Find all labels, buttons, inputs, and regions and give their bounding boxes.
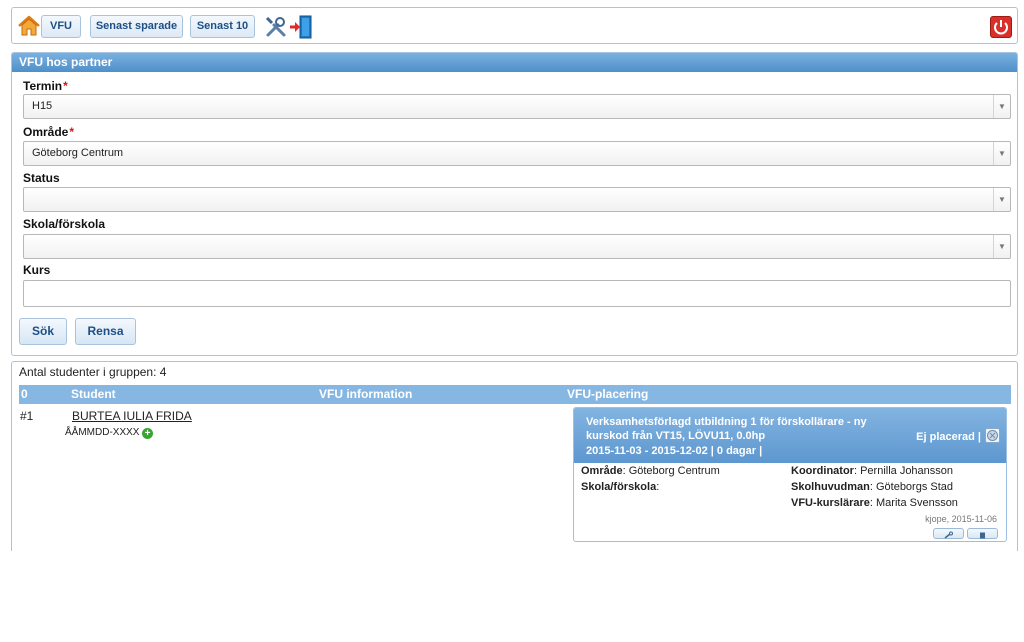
termin-label: Termin*	[23, 79, 68, 93]
placement-meta: kjope, 2015-11-06	[925, 514, 997, 524]
placement-status: Ej placerad |	[916, 431, 981, 443]
col-vfu-information[interactable]: VFU information	[319, 385, 412, 404]
chevron-down-icon: ▼	[993, 142, 1010, 165]
globe-icon[interactable]	[985, 428, 1000, 443]
last-saved-button[interactable]: Senast sparade	[90, 15, 183, 38]
kurs-label: Kurs	[23, 263, 51, 277]
search-button[interactable]: Sök	[19, 318, 67, 345]
col-vfu-placement[interactable]: VFU-placering	[567, 385, 648, 404]
omrade-field: Område: Göteborg Centrum	[581, 465, 720, 477]
results-panel: Antal studenter i gruppen: 4 0 Student V…	[11, 361, 1018, 551]
add-icon[interactable]: +	[142, 428, 153, 439]
skola-select[interactable]: ▼	[23, 234, 1011, 259]
personnummer: ÅÅMMDD-XXXX	[65, 427, 140, 438]
student-count: Antal studenter i gruppen: 4	[19, 365, 167, 379]
kurs-input[interactable]	[23, 280, 1011, 307]
table-header: 0 Student VFU information VFU-placering	[19, 385, 1011, 404]
col-student[interactable]: Student	[71, 385, 116, 404]
omrade-select[interactable]: Göteborg Centrum ▼	[23, 141, 1011, 166]
chevron-down-icon: ▼	[993, 188, 1010, 211]
search-panel: VFU hos partner Termin* H15 ▼ Område* Gö…	[11, 52, 1018, 356]
clear-button[interactable]: Rensa	[75, 318, 136, 345]
exit-door-icon[interactable]	[289, 14, 313, 40]
power-icon[interactable]	[990, 16, 1012, 38]
omrade-value: Göteborg Centrum	[32, 147, 124, 159]
wrench-icon[interactable]	[933, 528, 964, 539]
kurslarare-field: VFU-kurslärare: Marita Svensson	[791, 497, 958, 509]
status-select[interactable]: ▼	[23, 187, 1011, 212]
student-name-link[interactable]: BURTEA IULIA FRIDA	[72, 409, 192, 423]
row-number: #1	[20, 409, 34, 423]
status-label: Status	[23, 171, 60, 185]
vfu-button[interactable]: VFU	[41, 15, 81, 38]
termin-select[interactable]: H15 ▼	[23, 94, 1011, 119]
tools-icon[interactable]	[264, 15, 288, 39]
koordinator-field: Koordinator: Pernilla Johansson	[791, 465, 954, 477]
last-10-button[interactable]: Senast 10	[190, 15, 255, 38]
panel-title: VFU hos partner	[12, 53, 1017, 72]
top-toolbar: VFU Senast sparade Senast 10	[11, 7, 1018, 44]
chevron-down-icon: ▼	[993, 235, 1010, 258]
omrade-label: Område*	[23, 125, 75, 139]
panel-toggle-icon[interactable]	[967, 528, 998, 539]
placement-title: Verksamhetsförlagd utbildning 1 för förs…	[586, 416, 867, 442]
home-icon[interactable]	[17, 14, 41, 38]
skolhuvudman-field: Skolhuvudman: Göteborgs Stad	[791, 481, 954, 493]
termin-value: H15	[32, 100, 53, 112]
col-number[interactable]: 0	[21, 385, 28, 404]
placement-card: Verksamhetsförlagd utbildning 1 för förs…	[573, 407, 1007, 542]
skola-label: Skola/förskola	[23, 217, 106, 231]
chevron-down-icon: ▼	[993, 95, 1010, 118]
placement-card-header: Verksamhetsförlagd utbildning 1 för förs…	[574, 408, 1006, 463]
skola-field: Skola/förskola:	[581, 481, 660, 493]
placement-dates: 2015-11-03 - 2015-12-02 | 0 dagar |	[586, 445, 763, 457]
